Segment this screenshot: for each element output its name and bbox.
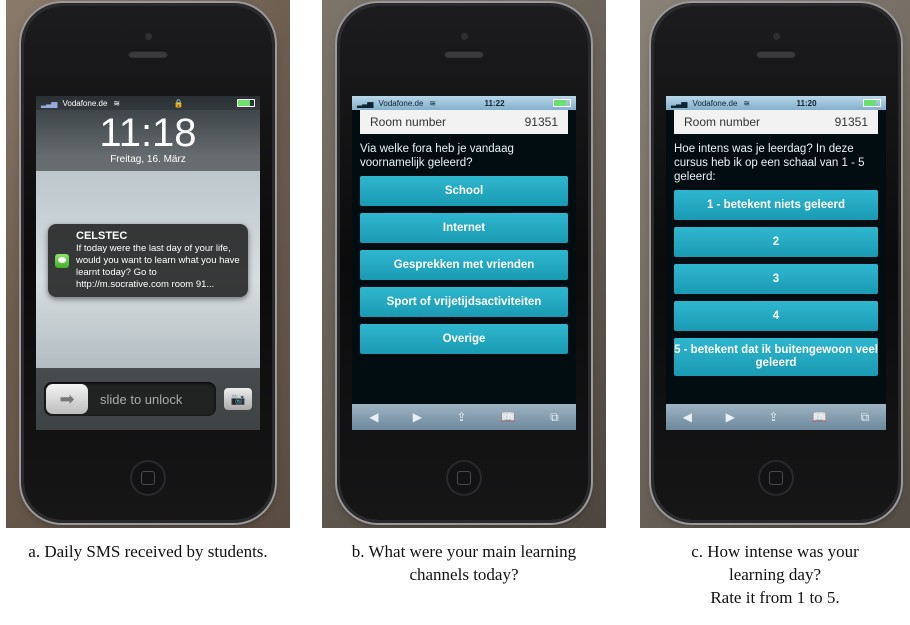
home-button[interactable] <box>758 460 794 496</box>
signal-icon: ▂▃▅ <box>357 98 374 108</box>
caption-c-line-2: learning day? <box>728 565 822 584</box>
earpiece-speaker <box>128 50 168 58</box>
signal-icon: ▂▃▅ <box>41 98 58 108</box>
status-bar: ▂▃▅ Vodafone.de ≋ 11:20 <box>666 96 886 110</box>
notification-title: CELSTEC <box>76 230 128 242</box>
battery-icon <box>863 99 881 107</box>
room-label: Room number <box>684 115 761 129</box>
home-button[interactable] <box>130 460 166 496</box>
battery-icon <box>237 99 255 107</box>
front-camera <box>773 33 780 40</box>
photo-lock-screen: ▂▃▅ Vodafone.de ≋ 🔒 11:18 Freitag, 16. M… <box>6 0 290 528</box>
earpiece-speaker <box>756 50 796 58</box>
answer-button-internet[interactable]: Internet <box>360 213 568 243</box>
question-text: Via welke fora heb je vandaag voornameli… <box>360 143 514 169</box>
forward-icon[interactable]: ▶ <box>726 410 735 424</box>
answer-button-sport[interactable]: Sport of vrijetijdsactiviteiten <box>360 287 568 317</box>
wifi-icon: ≋ <box>429 98 437 108</box>
arrow-right-icon[interactable]: ➡ <box>46 384 88 414</box>
earpiece-speaker <box>444 50 484 58</box>
caption-b: b. What were your main learning channels… <box>351 542 577 584</box>
answer-button-other[interactable]: Overige <box>360 324 568 354</box>
room-number-bar: Room number 91351 <box>360 110 568 134</box>
caption-a: a. Daily SMS received by students. <box>28 542 268 561</box>
room-number-bar: Room number 91351 <box>674 110 878 134</box>
sms-notification[interactable]: CELSTEC If today were the last day of yo… <box>48 224 248 297</box>
battery-icon <box>553 99 571 107</box>
status-time: 11:20 <box>796 98 817 108</box>
iphone-body: ▂▃▅ Vodafone.de ≋ 11:20 Room number 9135… <box>654 6 898 520</box>
answer-button-2[interactable]: 2 <box>674 227 878 257</box>
camera-icon[interactable]: 📷 <box>224 388 252 410</box>
lock-clock: 11:18 Freitag, 16. März <box>36 110 260 171</box>
quiz-screen: ▂▃▅ Vodafone.de ≋ 11:20 Room number 9135… <box>666 96 886 430</box>
photo-channels-quiz: ▂▃▅ Vodafone.de ≋ 11:22 Room number 9135… <box>322 0 606 528</box>
tabs-icon[interactable]: ⧉ <box>550 410 559 425</box>
answer-button-4[interactable]: 4 <box>674 301 878 331</box>
lock-screen: ▂▃▅ Vodafone.de ≋ 🔒 11:18 Freitag, 16. M… <box>36 96 260 430</box>
status-bar: ▂▃▅ Vodafone.de ≋ 11:22 <box>352 96 576 110</box>
share-icon[interactable]: ⇪ <box>456 410 466 424</box>
notification-body: If today were the last day of your life,… <box>76 243 240 290</box>
forward-icon[interactable]: ▶ <box>413 410 422 424</box>
safari-toolbar: ◀ ▶ ⇪ 📖 ⧉ <box>352 404 576 430</box>
iphone-body: ▂▃▅ Vodafone.de ≋ 11:22 Room number 9135… <box>340 6 588 520</box>
answer-button-5[interactable]: 5 - betekent dat ik buitengewoon veel ge… <box>674 338 878 376</box>
room-label: Room number <box>370 115 447 129</box>
bookmarks-icon[interactable]: 📖 <box>812 410 827 424</box>
lock-icon: 🔒 <box>173 98 184 108</box>
iphone-body: ▂▃▅ Vodafone.de ≋ 🔒 11:18 Freitag, 16. M… <box>24 6 272 520</box>
answer-list: 1 - betekent niets geleerd 2 3 4 5 - bet… <box>666 190 886 376</box>
front-camera <box>145 33 152 40</box>
unlock-slider[interactable]: ➡ slide to unlock <box>44 382 216 416</box>
signal-icon: ▂▃▅ <box>671 98 688 108</box>
caption-c-line-1: c. How intense was your <box>691 542 859 561</box>
wifi-icon: ≋ <box>113 98 121 108</box>
answer-button-3[interactable]: 3 <box>674 264 878 294</box>
quiz-screen: ▂▃▅ Vodafone.de ≋ 11:22 Room number 9135… <box>352 96 576 430</box>
back-icon[interactable]: ◀ <box>369 410 378 424</box>
unlock-bar: ➡ slide to unlock 📷 <box>36 368 260 430</box>
wifi-icon: ≋ <box>743 98 751 108</box>
carrier-label: Vodafone.de <box>378 98 424 108</box>
unlock-label: slide to unlock <box>100 391 183 407</box>
status-time: 11:22 <box>484 98 505 108</box>
home-button[interactable] <box>446 460 482 496</box>
caption-c-line-3: Rate it from 1 to 5. <box>710 588 840 607</box>
answer-button-conversations[interactable]: Gesprekken met vrienden <box>360 250 568 280</box>
share-icon[interactable]: ⇪ <box>768 410 778 424</box>
carrier-label: Vodafone.de <box>62 98 108 108</box>
lock-date: Freitag, 16. März <box>110 154 186 165</box>
answer-button-school[interactable]: School <box>360 176 568 206</box>
lock-time: 11:18 <box>99 111 197 155</box>
carrier-label: Vodafone.de <box>692 98 738 108</box>
caption-c: c. How intense was your learning day? Ra… <box>625 540 910 609</box>
messages-icon <box>55 254 69 268</box>
front-camera <box>461 33 468 40</box>
tabs-icon[interactable]: ⧉ <box>861 410 870 425</box>
answer-list: School Internet Gesprekken met vrienden … <box>352 176 576 354</box>
answer-button-1[interactable]: 1 - betekent niets geleerd <box>674 190 878 220</box>
status-bar: ▂▃▅ Vodafone.de ≋ 🔒 <box>36 96 260 110</box>
bookmarks-icon[interactable]: 📖 <box>501 410 516 424</box>
question-text: Hoe intens was je leerdag? In deze cursu… <box>674 143 865 183</box>
back-icon[interactable]: ◀ <box>683 410 692 424</box>
safari-toolbar: ◀ ▶ ⇪ 📖 ⧉ <box>666 404 886 430</box>
room-value: 91351 <box>834 115 868 129</box>
photo-intensity-quiz: ▂▃▅ Vodafone.de ≋ 11:20 Room number 9135… <box>640 0 910 528</box>
room-value: 91351 <box>524 115 558 129</box>
